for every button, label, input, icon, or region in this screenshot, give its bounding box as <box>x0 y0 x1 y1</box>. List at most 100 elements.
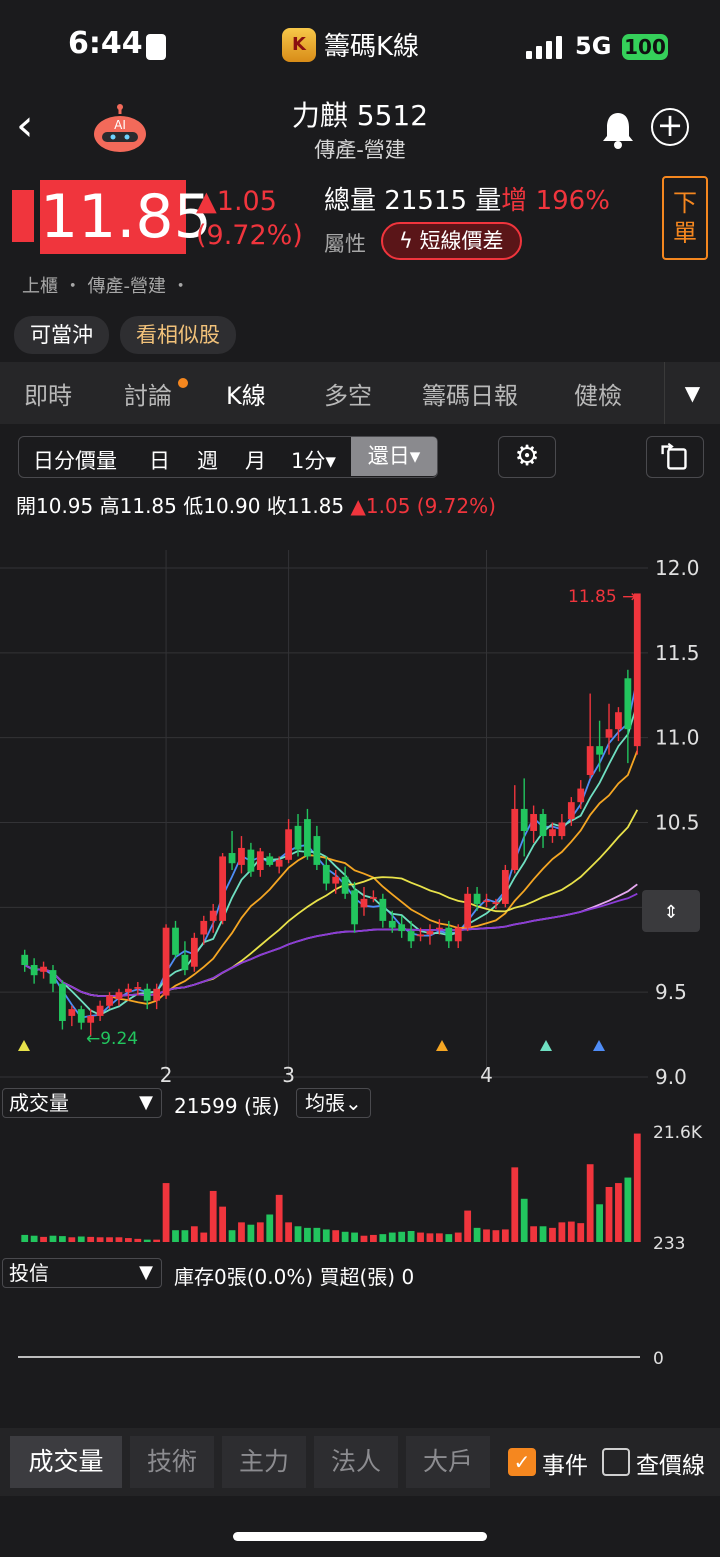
period-day[interactable]: 日 <box>149 445 170 475</box>
candle-body <box>332 876 340 884</box>
tab-chip-report[interactable]: 籌碼日報 <box>422 376 518 411</box>
candle-body <box>633 593 641 747</box>
volume-indicator-value: 成交量 <box>9 1091 69 1115</box>
bell-icon[interactable] <box>600 110 636 150</box>
volume-bar <box>577 1223 585 1242</box>
candle-body <box>21 954 29 966</box>
institution-holdings: 庫存0張(0.0%) 買超(張) 0 <box>174 1265 415 1289</box>
volume-bar <box>426 1233 434 1242</box>
volume-bar <box>615 1183 622 1242</box>
volume-bar <box>549 1227 556 1242</box>
ma-line-10 <box>24 750 639 1005</box>
volume-bar <box>238 1222 245 1242</box>
status-time: 6:44 <box>68 26 143 61</box>
candle-body <box>360 898 368 908</box>
volume-max-label: 21.6K <box>653 1123 703 1143</box>
open-value: 10.95 <box>36 494 94 518</box>
event-checkbox[interactable]: ✓ <box>508 1448 536 1476</box>
tab-discussion[interactable]: 討論 <box>124 376 172 411</box>
volume-bar <box>332 1230 340 1242</box>
candle-body <box>605 729 613 738</box>
volume-bar <box>511 1167 519 1242</box>
candle-body <box>558 822 566 837</box>
institution-select[interactable]: 投信 ▼ <box>2 1258 162 1288</box>
gear-icon[interactable]: ⚙ <box>498 436 556 478</box>
period-intraday[interactable]: 日分價量 <box>33 445 117 475</box>
candle-body <box>341 876 349 894</box>
period-week[interactable]: 週 <box>197 445 218 475</box>
add-watchlist-icon[interactable]: + <box>651 108 689 146</box>
candle-body <box>388 920 396 928</box>
indicator-tabs: 成交量 技術 主力 法人 大戶 ✓ 事件 查價線 <box>0 1428 720 1496</box>
event-marker-icon <box>18 1040 30 1051</box>
candle-body <box>77 1009 85 1023</box>
similar-stocks-chip[interactable]: 看相似股 <box>120 316 236 354</box>
volume-indicator-select[interactable]: 成交量 ▼ <box>2 1088 162 1118</box>
volume-bar <box>398 1231 406 1242</box>
period-restored-day[interactable]: 還日▾ <box>351 437 437 476</box>
rotate-screen-icon[interactable] <box>646 436 704 478</box>
volume-bar <box>567 1221 575 1242</box>
investment-line: 0 <box>18 1349 664 1369</box>
ma-line-120 <box>24 892 638 997</box>
btab-technical[interactable]: 技術 <box>130 1436 214 1488</box>
candle-body <box>520 808 528 831</box>
ohlc-readout: 開10.95 高11.85 低10.90 收11.85 ▲1.05 (9.72%… <box>16 490 496 519</box>
btab-volume[interactable]: 成交量 <box>10 1436 122 1488</box>
volume-bar <box>407 1231 415 1242</box>
candle-body <box>106 995 113 1006</box>
price-line-label: 查價線 <box>636 1453 705 1479</box>
tab-realtime[interactable]: 即時 <box>24 376 72 411</box>
volume-bar <box>464 1210 472 1242</box>
average-lot-button[interactable]: 均張⌄ <box>296 1088 371 1118</box>
btab-major[interactable]: 主力 <box>222 1436 306 1488</box>
volume-change-label: 量 <box>475 186 502 216</box>
volume-bar <box>586 1164 594 1242</box>
volume-bar <box>115 1237 123 1242</box>
volume-bar <box>200 1232 208 1242</box>
candle-body <box>549 829 556 837</box>
candle-body <box>162 927 170 996</box>
candle-body <box>172 927 179 955</box>
period-month[interactable]: 月 <box>245 445 266 475</box>
app-logo-icon: K <box>282 27 316 62</box>
network-type: 5G <box>575 32 612 60</box>
period-minute[interactable]: 1分▾ <box>291 445 336 475</box>
volume-bar <box>445 1234 453 1242</box>
volume-min-label: 233 <box>653 1234 685 1254</box>
candle-body <box>181 954 189 971</box>
candle-body <box>256 851 264 871</box>
price-line-checkbox[interactable] <box>602 1448 630 1476</box>
chart-annotations: 11.85 → ←9.24 ⇕ <box>18 587 700 1051</box>
volume-bar <box>379 1234 387 1242</box>
order-button[interactable]: 下單 <box>662 176 708 260</box>
candle-body <box>351 890 358 925</box>
tab-health[interactable]: 健檢 <box>574 376 622 411</box>
volume-bar <box>351 1232 358 1242</box>
btab-large-holders[interactable]: 大戶 <box>406 1436 490 1488</box>
volume-bar <box>454 1232 462 1242</box>
more-tabs-icon[interactable]: ▼ <box>664 362 720 424</box>
candle-body <box>49 970 57 984</box>
candle-body <box>190 937 198 967</box>
volume-bar <box>124 1238 132 1242</box>
tab-longshort[interactable]: 多空 <box>324 376 372 411</box>
volume-axis: 21.6K 233 <box>653 1123 703 1254</box>
kline-chart[interactable]: 12.011.511.010.510.09.59.0 234 11.85 →←9… <box>0 530 720 1430</box>
volume-bar <box>21 1234 29 1242</box>
candle-body <box>417 934 424 937</box>
main-tabs: 即時 討論 K線 多空 籌碼日報 健檢 ▼ <box>0 362 720 424</box>
tab-kline[interactable]: K線 <box>226 376 266 411</box>
event-label: 事件 <box>542 1453 588 1479</box>
candle-body <box>30 965 38 976</box>
volume-bar <box>30 1235 38 1242</box>
btab-institutional[interactable]: 法人 <box>314 1436 398 1488</box>
price-axis: 12.011.511.010.510.09.59.0 <box>655 556 700 1089</box>
volume-bar <box>285 1222 292 1242</box>
app-name: 籌碼K線 <box>324 32 420 62</box>
day-trade-chip[interactable]: 可當沖 <box>14 316 109 354</box>
candle-body <box>96 1005 104 1016</box>
candle-body <box>143 988 151 1001</box>
attribute-badge[interactable]: ϟ 短線價差 <box>381 222 522 260</box>
volume-bar <box>605 1187 613 1242</box>
